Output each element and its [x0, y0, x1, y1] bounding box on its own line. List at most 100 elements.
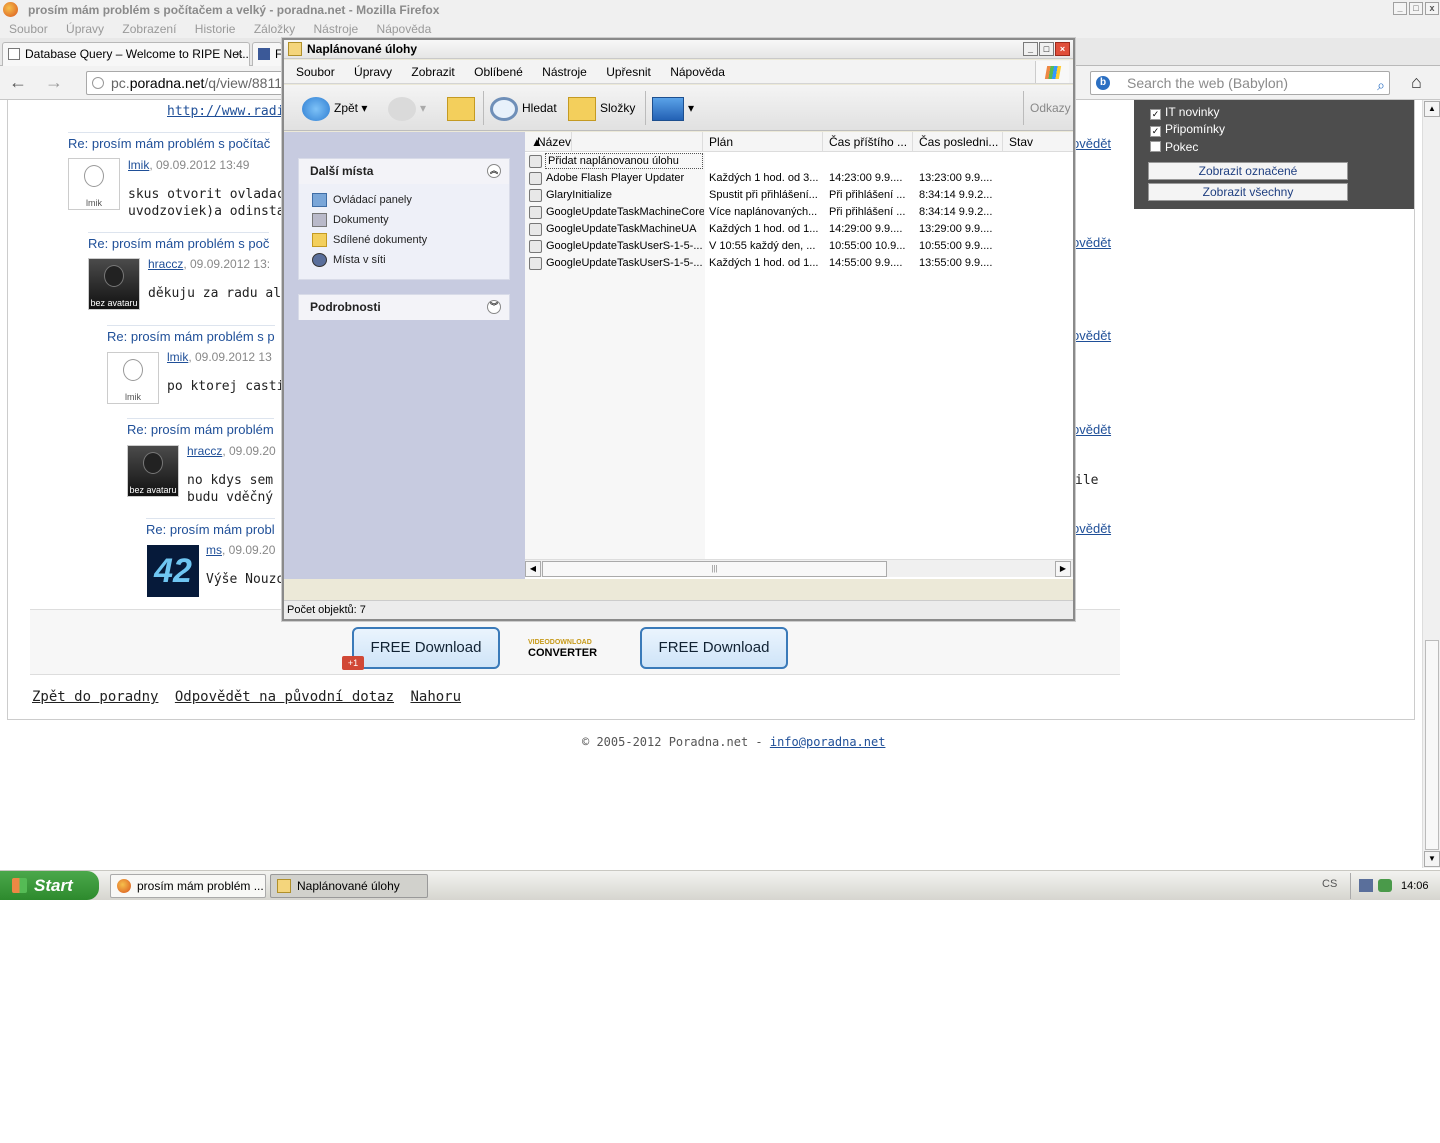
table-row[interactable]: GoogleUpdateTaskUserS-1-5-... Každých 1 h…	[525, 255, 1073, 272]
search-input[interactable]: b Search the web (Babylon) ⌕	[1090, 71, 1390, 95]
avatar[interactable]: bez avataru	[88, 258, 140, 310]
checkbox-chat[interactable]: Pokec	[1150, 140, 1198, 154]
taskbar-scheduled-tasks[interactable]: Naplánované úlohy	[270, 874, 428, 898]
place-control-panel[interactable]: Ovládací panely	[299, 190, 509, 210]
security-icon[interactable]	[1378, 879, 1392, 892]
close-button[interactable]: ×	[1055, 42, 1070, 56]
back-button[interactable]: Zpět ▾	[302, 93, 367, 123]
avatar[interactable]: bez avataru	[127, 445, 179, 497]
place-documents[interactable]: Dokumenty	[299, 210, 509, 230]
views-button[interactable]: ▾	[652, 93, 694, 123]
table-row[interactable]: GoogleUpdateTaskMachineCore Více naplánov…	[525, 204, 1073, 221]
up-folder-button[interactable]	[447, 93, 479, 123]
google-plus-button[interactable]: +1	[342, 656, 364, 670]
close-button[interactable]: x	[1425, 2, 1439, 15]
place-network[interactable]: Místa v síti	[299, 250, 509, 270]
menu-view[interactable]: Zobrazit	[411, 65, 454, 79]
reply-link[interactable]: ovědět	[1072, 521, 1111, 536]
author-link[interactable]: ms	[206, 543, 222, 557]
collapse-icon[interactable]: ︽	[487, 164, 501, 178]
to-top-link[interactable]: Nahoru	[410, 689, 461, 705]
column-last-run[interactable]: Čas posledni...	[913, 132, 1003, 152]
column-name[interactable]: Název ▲	[525, 132, 703, 152]
other-places-header[interactable]: Další místa ︽	[299, 159, 509, 184]
tab-facebook[interactable]: F	[252, 42, 282, 66]
email-link[interactable]: info@poradna.net	[770, 735, 886, 749]
menu-edit[interactable]: Úpravy	[354, 65, 392, 79]
avatar[interactable]: 42	[147, 545, 199, 597]
menu-bookmarks[interactable]: Záložky	[254, 22, 295, 36]
menu-help[interactable]: Nápověda	[670, 65, 725, 79]
author-link[interactable]: lmik	[128, 158, 149, 172]
table-row[interactable]: Adobe Flash Player Updater Každých 1 hod.…	[525, 170, 1073, 187]
author-link[interactable]: hraccz	[187, 444, 222, 458]
checkbox-it-news[interactable]: ✓ IT novinky	[1150, 105, 1219, 120]
checkbox-reminders[interactable]: ✓ Připomínky	[1150, 122, 1225, 137]
table-row[interactable]: GoogleUpdateTaskMachineUA Každých 1 hod. …	[525, 221, 1073, 238]
links-button[interactable]: Odkazy	[1030, 93, 1071, 123]
maximize-button[interactable]: □	[1409, 2, 1423, 15]
author-link[interactable]: hraccz	[148, 257, 183, 271]
comment-title[interactable]: Re: prosím mám problém	[127, 418, 274, 437]
scroll-up-icon[interactable]: ▲	[1424, 101, 1440, 117]
language-indicator[interactable]: CS	[1322, 878, 1337, 890]
comment-title[interactable]: Re: prosím mám problém s poč	[88, 232, 270, 251]
reply-original-link[interactable]: Odpovědět na původní dotaz	[175, 689, 394, 705]
taskbar-firefox[interactable]: prosím mám problém ...	[110, 874, 266, 898]
avatar[interactable]: lmik	[107, 352, 159, 404]
column-next-run[interactable]: Čas příštího ...	[823, 132, 913, 152]
menu-file[interactable]: Soubor	[9, 22, 48, 36]
comment-title[interactable]: Re: prosím mám probl	[146, 518, 275, 537]
scroll-down-icon[interactable]: ▼	[1424, 851, 1440, 867]
avatar[interactable]: lmik	[68, 158, 120, 210]
table-row[interactable]: Přidat naplánovanou úlohu	[525, 153, 1073, 170]
network-icon[interactable]	[1359, 879, 1373, 892]
menu-favorites[interactable]: Oblíbené	[474, 65, 523, 79]
forward-arrow-icon[interactable]: →	[43, 73, 65, 93]
scroll-thumb[interactable]	[1425, 640, 1439, 850]
back-to-forum-link[interactable]: Zpět do poradny	[32, 689, 158, 705]
scroll-right-icon[interactable]: ▶	[1055, 561, 1071, 577]
search-icon[interactable]: ⌕	[1377, 74, 1385, 96]
place-shared-documents[interactable]: Sdílené dokumenty	[299, 230, 509, 250]
tab-close-icon[interactable]: ×	[236, 43, 243, 65]
free-download-button[interactable]: FREE Download	[640, 627, 788, 669]
babylon-icon[interactable]: b	[1096, 76, 1110, 90]
page-scrollbar[interactable]: ▲ ▼	[1422, 100, 1440, 868]
show-all-button[interactable]: Zobrazit všechny	[1148, 183, 1348, 201]
minimize-button[interactable]: _	[1393, 2, 1407, 15]
horizontal-scrollbar[interactable]: ◀ ||| ▶	[525, 559, 1073, 577]
scroll-left-icon[interactable]: ◀	[525, 561, 541, 577]
start-button[interactable]: Start	[0, 871, 99, 900]
scroll-thumb[interactable]: |||	[542, 561, 887, 577]
top-link[interactable]: http://www.radin	[167, 104, 292, 119]
column-status[interactable]: Stav	[1003, 132, 1073, 152]
reply-link[interactable]: ovědět	[1072, 328, 1111, 343]
reply-link[interactable]: ovědět	[1072, 136, 1111, 151]
home-icon[interactable]: ⌂	[1411, 72, 1422, 93]
menu-advanced[interactable]: Upřesnit	[606, 65, 651, 79]
author-link[interactable]: lmik	[167, 350, 188, 364]
tab-ripe[interactable]: Database Query – Welcome to RIPE Net... …	[2, 42, 250, 66]
comment-title[interactable]: Re: prosím mám problém s počítač	[68, 132, 271, 151]
forward-button[interactable]: ▾	[388, 93, 426, 123]
menu-tools[interactable]: Nástroje	[542, 65, 587, 79]
url-bar[interactable]: pc.poradna.net/q/view/88112	[86, 71, 286, 95]
free-download-button[interactable]: FREE Download	[352, 627, 500, 669]
table-row[interactable]: GoogleUpdateTaskUserS-1-5-... V 10:55 kaž…	[525, 238, 1073, 255]
menu-view[interactable]: Zobrazení	[122, 22, 176, 36]
comment-title[interactable]: Re: prosím mám problém s p	[107, 325, 275, 344]
back-arrow-icon[interactable]: ←	[7, 73, 29, 93]
search-button[interactable]: Hledat	[490, 93, 557, 123]
menu-help[interactable]: Nápověda	[377, 22, 432, 36]
reply-link[interactable]: ovědět	[1072, 422, 1111, 437]
maximize-button[interactable]: □	[1039, 42, 1054, 56]
column-schedule[interactable]: Plán	[703, 132, 823, 152]
details-header[interactable]: Podrobnosti ︾	[299, 295, 509, 320]
menu-file[interactable]: Soubor	[296, 65, 335, 79]
expand-icon[interactable]: ︾	[487, 300, 501, 314]
menu-history[interactable]: Historie	[195, 22, 236, 36]
show-marked-button[interactable]: Zobrazit označené	[1148, 162, 1348, 180]
menu-tools[interactable]: Nástroje	[314, 22, 359, 36]
table-row[interactable]: GlaryInitialize Spustit při přihlášení...…	[525, 187, 1073, 204]
